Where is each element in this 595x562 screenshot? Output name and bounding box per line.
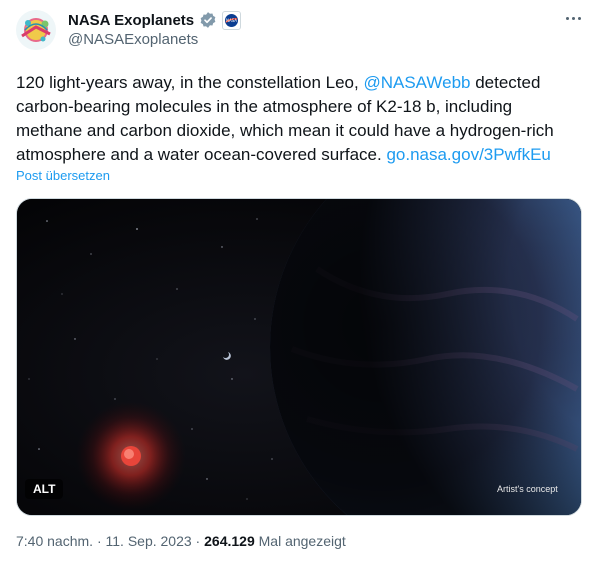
mention-link[interactable]: @NASAWebb: [363, 73, 470, 92]
author-name-row: NASA Exoplanets NASA: [68, 10, 242, 30]
dot: [565, 16, 569, 20]
image-caption: Artist's concept: [497, 484, 558, 494]
svg-text:NASA: NASA: [226, 18, 237, 23]
display-name[interactable]: NASA Exoplanets: [68, 12, 194, 29]
tweet-text: 120 light-years away, in the constellati…: [16, 71, 582, 167]
nasa-exoplanets-logo-icon: [16, 10, 56, 50]
more-options-icon[interactable]: [563, 8, 583, 28]
avatar[interactable]: [16, 10, 56, 50]
tweet-meta: 7:40 nachm. · 11. Sep. 2023 · 264.129 Ma…: [16, 533, 346, 549]
nasa-logo-icon[interactable]: NASA: [222, 10, 242, 30]
verified-badge-icon[interactable]: [199, 11, 217, 29]
translate-post-link[interactable]: Post übersetzen: [16, 168, 110, 183]
url-link[interactable]: go.nasa.gov/3PwfkEu: [386, 145, 550, 164]
separator: ·: [93, 533, 106, 549]
alt-badge[interactable]: ALT: [25, 479, 64, 499]
exoplanet-artwork-image: [17, 199, 581, 515]
view-count-label: Mal angezeigt: [254, 533, 346, 549]
post-time[interactable]: 7:40 nachm.: [16, 533, 93, 549]
author-handle[interactable]: @NASAExoplanets: [68, 31, 198, 48]
view-count: 264.129: [204, 533, 255, 549]
post-date[interactable]: 11. Sep. 2023: [106, 533, 192, 549]
tweet-text-part: 120 light-years away, in the constellati…: [16, 73, 364, 92]
dot: [577, 16, 581, 20]
tweet-card: NASA Exoplanets NASA @NASAExoplanets 120…: [0, 0, 595, 562]
media-image[interactable]: ALT Artist's concept: [16, 198, 582, 516]
dot: [571, 16, 575, 20]
separator: ·: [191, 533, 205, 549]
